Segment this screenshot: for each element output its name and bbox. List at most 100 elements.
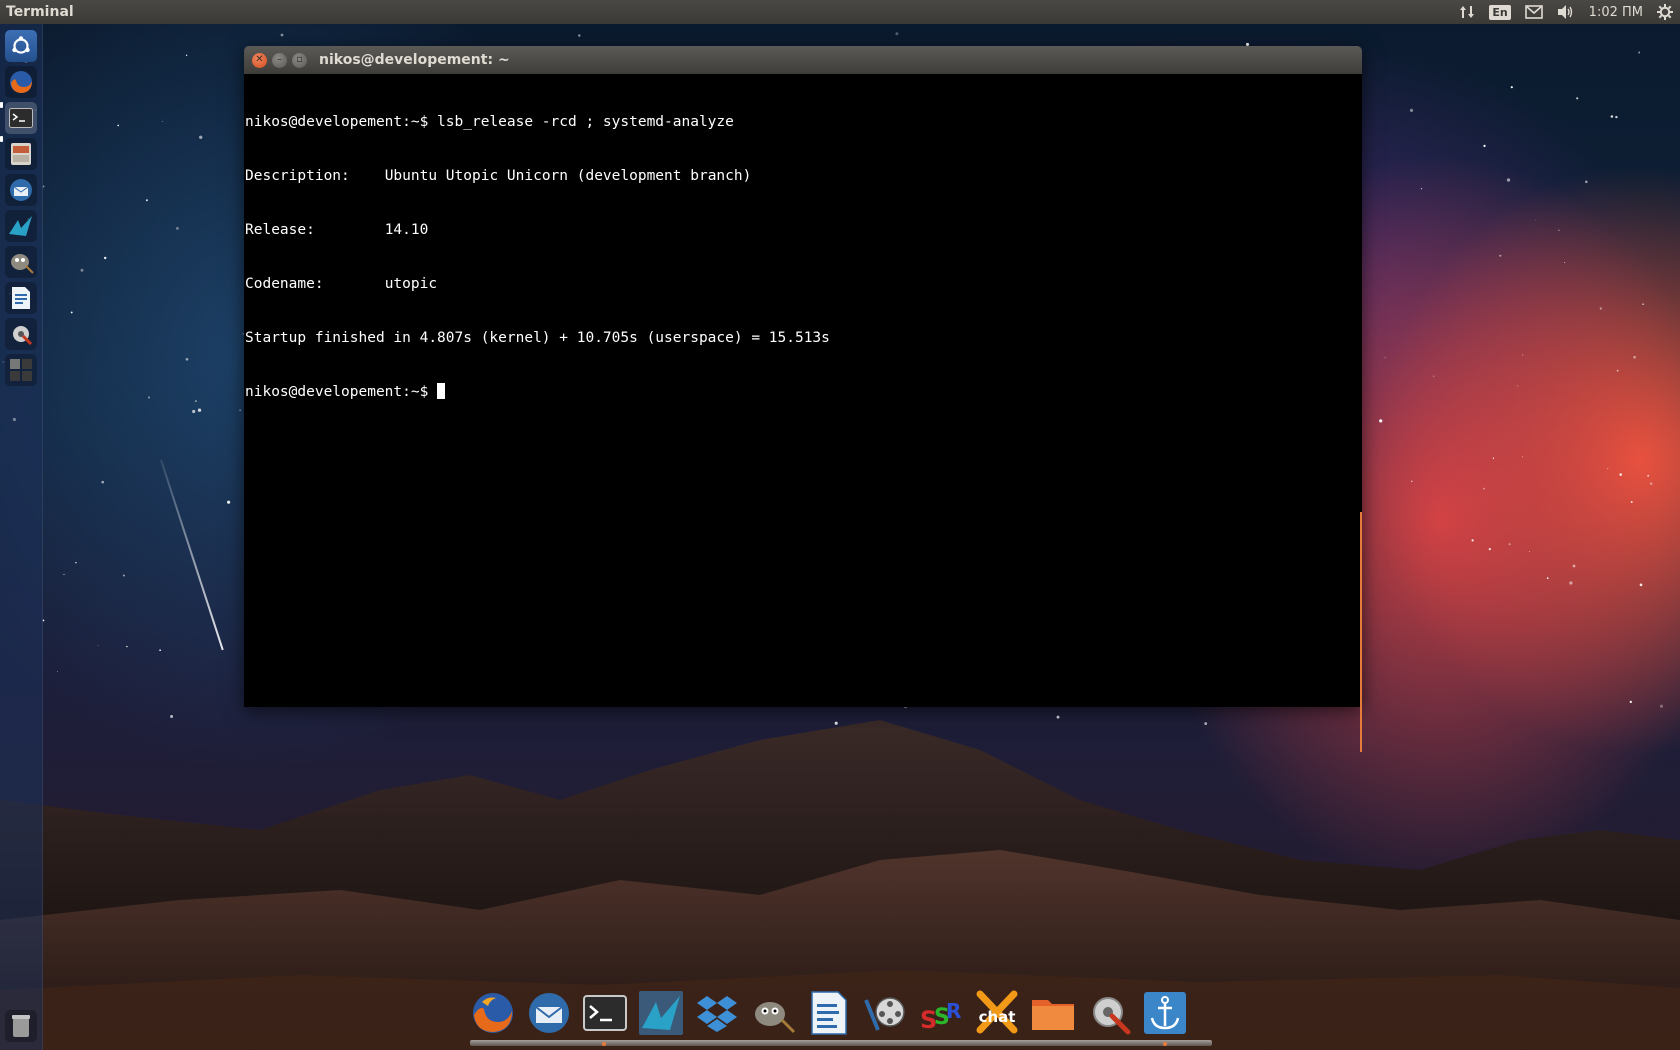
window-close-button[interactable]: ✕ [252, 52, 267, 68]
dock-video-editor-icon[interactable] [862, 990, 908, 1036]
star [1564, 262, 1566, 263]
top-panel: Terminal En 1:02 ПМ [0, 0, 1680, 24]
star [1508, 543, 1511, 546]
star [1506, 178, 1511, 182]
window-titlebar[interactable]: ✕ – ▫ nikos@developement: ~ [244, 46, 1362, 74]
unity-launcher [0, 24, 43, 1050]
star [1616, 369, 1619, 372]
firefox-running-indicator [0, 102, 3, 108]
star [1569, 581, 1573, 585]
star [1499, 254, 1502, 257]
star [1483, 487, 1485, 490]
system-settings-icon[interactable] [5, 318, 37, 350]
terminal-line: Codename: utopic [245, 276, 438, 292]
keyboard-layout-icon[interactable]: En [1482, 0, 1517, 24]
star [1384, 357, 1386, 359]
trash-icon[interactable] [5, 1010, 37, 1042]
bottom-dock: SSR chat [470, 986, 1212, 1046]
session-gear-icon[interactable] [1650, 0, 1680, 24]
star [1492, 457, 1495, 459]
terminal-icon[interactable] [5, 102, 37, 134]
mail-envelope-icon[interactable] [1518, 0, 1550, 24]
active-app-title: Terminal [6, 4, 74, 20]
star [1432, 375, 1435, 378]
terminal-prompt-line: nikos@developement:~$ [245, 383, 1361, 401]
terminal-window: ✕ – ▫ nikos@developement: ~ nikos@develo… [244, 46, 1362, 752]
dock-anchor-icon[interactable] [1142, 990, 1188, 1036]
star [1615, 115, 1618, 119]
libreoffice-writer-icon[interactable] [5, 282, 37, 314]
firefox-icon[interactable] [5, 66, 37, 98]
star [122, 574, 125, 577]
dock-xchat-icon[interactable]: chat [974, 990, 1020, 1036]
star [117, 124, 120, 127]
indicator-area: En 1:02 ПМ [1452, 0, 1680, 24]
terminal-line: nikos@developement:~$ lsb_release -rcd ;… [245, 114, 734, 130]
star [1572, 564, 1576, 568]
terminal-line: Release: 14.10 [245, 222, 429, 238]
dock-dropbox-icon[interactable] [694, 990, 740, 1036]
star [1576, 97, 1579, 100]
star [1420, 188, 1423, 190]
terminal-output[interactable]: nikos@developement:~$ lsb_release -rcd ;… [244, 74, 1362, 707]
star [1379, 419, 1383, 423]
dock-files-folder-icon[interactable] [1030, 990, 1076, 1036]
star [1607, 468, 1609, 470]
star [1535, 219, 1537, 221]
star [162, 121, 164, 123]
star [1483, 144, 1486, 148]
files-cabinet-icon[interactable] [5, 138, 37, 170]
star [145, 199, 148, 202]
terminal-running-indicator [602, 1042, 606, 1046]
star [1471, 539, 1474, 542]
workspace-switcher-icon[interactable] [5, 354, 37, 386]
star [159, 649, 161, 652]
dock-thunderbird-icon[interactable] [526, 990, 572, 1036]
star [1638, 51, 1641, 54]
minimize-icon: – [277, 54, 282, 65]
star [1639, 583, 1643, 587]
star [1522, 456, 1523, 458]
star [1585, 180, 1588, 184]
star [1522, 354, 1524, 356]
volume-icon[interactable] [1550, 0, 1582, 24]
star [1409, 108, 1414, 112]
synapse-bird-icon[interactable] [5, 210, 37, 242]
window-resize-edge[interactable] [1360, 512, 1362, 752]
dock-gimp-icon[interactable] [750, 990, 796, 1036]
terminal-line: Startup finished in 4.807s (kernel) + 10… [245, 330, 830, 346]
star [97, 645, 99, 646]
wallpaper-meteor [160, 459, 224, 651]
dock-libreoffice-writer-icon[interactable] [806, 990, 852, 1036]
star [1558, 229, 1560, 232]
star [103, 256, 107, 260]
gimp-icon[interactable] [5, 246, 37, 278]
star [1528, 551, 1530, 553]
window-maximize-button[interactable]: ▫ [292, 52, 307, 68]
ssr-r: R [946, 999, 961, 1023]
star [197, 408, 202, 412]
star [175, 226, 179, 230]
network-updown-icon[interactable] [1452, 0, 1482, 24]
dock-firefox-icon[interactable] [470, 990, 516, 1036]
ubuntu-dash-icon[interactable] [5, 30, 37, 62]
star [185, 357, 189, 361]
star [1619, 473, 1623, 476]
star [1629, 700, 1632, 704]
star [578, 34, 581, 37]
dock-shelf [470, 1040, 1212, 1046]
thunderbird-icon[interactable] [5, 174, 37, 206]
star [57, 671, 58, 672]
star [239, 409, 241, 412]
clock[interactable]: 1:02 ПМ [1582, 0, 1650, 24]
star [1642, 303, 1644, 305]
star [148, 396, 150, 399]
star [1546, 577, 1549, 579]
window-minimize-button[interactable]: – [272, 52, 287, 68]
star [1649, 482, 1653, 485]
star [1056, 715, 1060, 719]
dock-synapse-bird-icon[interactable] [638, 990, 684, 1036]
dock-terminal-icon[interactable] [582, 990, 628, 1036]
dock-simplescreenrecorder-icon[interactable]: SSR [918, 990, 964, 1036]
dock-system-tools-icon[interactable] [1086, 990, 1132, 1036]
